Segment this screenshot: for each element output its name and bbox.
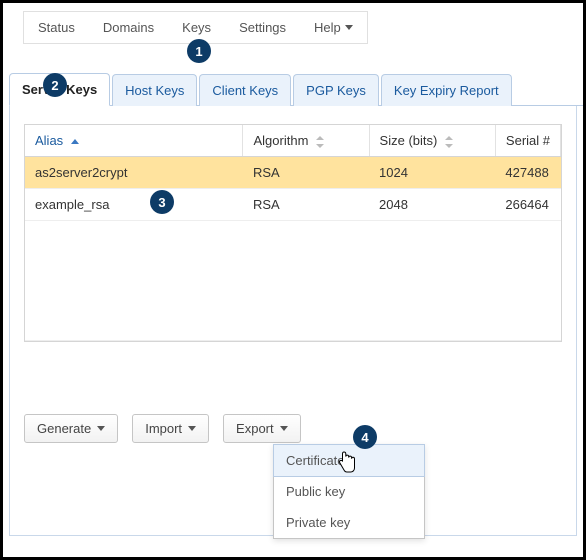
table-empty-space — [25, 221, 561, 341]
tab-pgp-keys[interactable]: PGP Keys — [293, 74, 379, 106]
import-button[interactable]: Import — [132, 414, 209, 443]
menu-domains-label: Domains — [103, 20, 154, 35]
menu-domains[interactable]: Domains — [89, 12, 168, 43]
caret-down-icon — [280, 426, 288, 431]
th-size[interactable]: Size (bits) — [369, 125, 495, 157]
export-public-key-label: Public key — [286, 484, 345, 499]
cell-size: 2048 — [369, 189, 495, 221]
menu-help-label: Help — [314, 20, 341, 35]
export-certificate[interactable]: Certificate — [273, 444, 425, 477]
tab-host-keys[interactable]: Host Keys — [112, 74, 197, 106]
tab-label: Key Expiry Report — [394, 83, 499, 98]
export-private-key-label: Private key — [286, 515, 350, 530]
step-badge-4: 4 — [353, 425, 377, 449]
th-alias-label: Alias — [35, 133, 63, 148]
export-public-key[interactable]: Public key — [274, 476, 424, 507]
tab-label: Client Keys — [212, 83, 278, 98]
step-badge-3: 3 — [150, 190, 174, 214]
export-button[interactable]: Export — [223, 414, 301, 443]
cell-size: 1024 — [369, 157, 495, 189]
cell-algorithm: RSA — [243, 189, 369, 221]
export-certificate-label: Certificate — [286, 453, 345, 468]
tab-label: Host Keys — [125, 83, 184, 98]
export-label: Export — [236, 421, 274, 436]
export-dropdown: Certificate Public key Private key — [273, 444, 425, 539]
import-label: Import — [145, 421, 182, 436]
table-row[interactable]: as2server2crypt RSA 1024 427488 — [25, 157, 561, 189]
cell-alias: as2server2crypt — [25, 157, 243, 189]
th-serial-label: Serial # — [506, 133, 550, 148]
th-serial[interactable]: Serial # — [495, 125, 560, 157]
tab-client-keys[interactable]: Client Keys — [199, 74, 291, 106]
menu-settings[interactable]: Settings — [225, 12, 300, 43]
tab-label: PGP Keys — [306, 83, 366, 98]
cell-serial: 266464 — [495, 189, 560, 221]
tabs: Server Keys Host Keys Client Keys PGP Ke… — [9, 72, 583, 106]
menu-help[interactable]: Help — [300, 12, 367, 43]
cell-alias: example_rsa — [25, 189, 243, 221]
menu-status[interactable]: Status — [24, 12, 89, 43]
sort-asc-icon — [71, 139, 79, 144]
keys-table: Alias Algorithm Size (bits) Serial — [24, 124, 562, 342]
step-badge-1: 1 — [187, 39, 211, 63]
generate-button[interactable]: Generate — [24, 414, 118, 443]
button-row: Generate Import Export — [24, 414, 301, 443]
th-algorithm-label: Algorithm — [253, 133, 308, 148]
generate-label: Generate — [37, 421, 91, 436]
step-badge-2: 2 — [43, 73, 67, 97]
tab-key-expiry-report[interactable]: Key Expiry Report — [381, 74, 512, 106]
menu-keys-label: Keys — [182, 20, 211, 35]
caret-down-icon — [345, 25, 353, 30]
sort-icon — [445, 136, 453, 148]
cell-serial: 427488 — [495, 157, 560, 189]
menu-settings-label: Settings — [239, 20, 286, 35]
menu-status-label: Status — [38, 20, 75, 35]
cell-algorithm: RSA — [243, 157, 369, 189]
th-algorithm[interactable]: Algorithm — [243, 125, 369, 157]
table-row[interactable]: example_rsa RSA 2048 266464 — [25, 189, 561, 221]
panel-server-keys: Alias Algorithm Size (bits) Serial — [9, 106, 577, 536]
th-size-label: Size (bits) — [380, 133, 438, 148]
caret-down-icon — [188, 426, 196, 431]
export-private-key[interactable]: Private key — [274, 507, 424, 538]
th-alias[interactable]: Alias — [25, 125, 243, 157]
caret-down-icon — [97, 426, 105, 431]
sort-icon — [316, 136, 324, 148]
